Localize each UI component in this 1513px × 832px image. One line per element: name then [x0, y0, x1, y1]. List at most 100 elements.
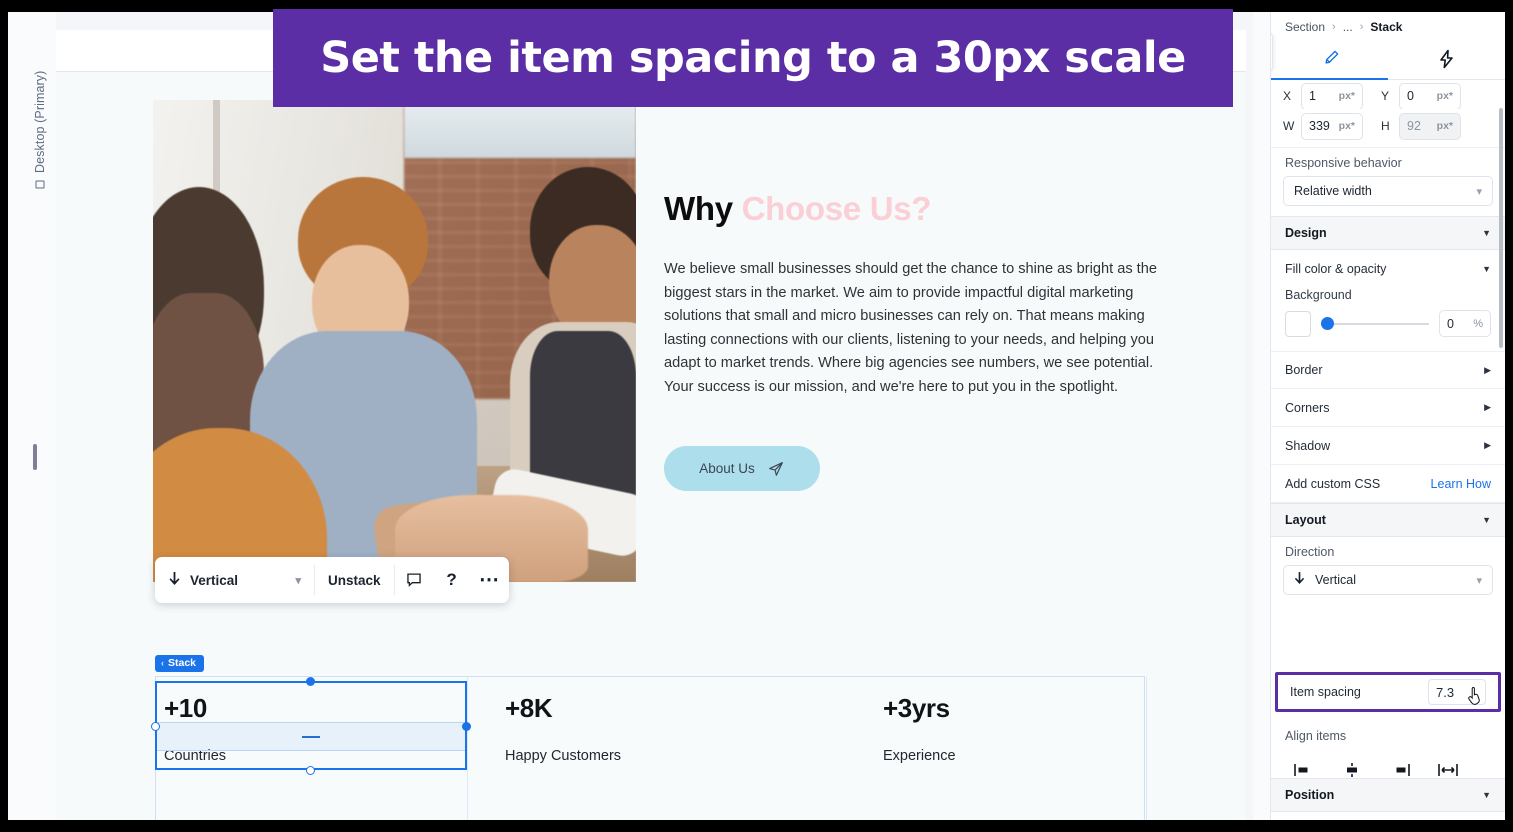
- about-us-button[interactable]: About Us: [664, 446, 820, 491]
- position-section-header[interactable]: Position ▼: [1271, 778, 1505, 812]
- y-unit: px*: [1436, 90, 1453, 102]
- w-input[interactable]: 339 px*: [1301, 112, 1363, 140]
- stat-number: +3yrs: [883, 693, 950, 723]
- background-label: Background: [1285, 288, 1352, 302]
- stack-spacing-indicator: [157, 722, 465, 751]
- page-body: Why Choose Us? We believe small business…: [56, 72, 1246, 820]
- stack-badge-label: Stack: [168, 657, 197, 669]
- photo-top-window: [404, 100, 636, 158]
- unstack-button[interactable]: Unstack: [315, 557, 394, 603]
- resize-handle-top[interactable]: [306, 677, 315, 686]
- arrow-down-icon: [1294, 572, 1305, 588]
- w-unit: px*: [1338, 120, 1355, 132]
- learn-how-link[interactable]: Learn How: [1431, 477, 1491, 491]
- resize-handle-left[interactable]: [151, 722, 160, 731]
- design-section-header[interactable]: Design ▼: [1271, 216, 1505, 250]
- page-title[interactable]: Why Choose Us?: [664, 190, 931, 228]
- shadow-label: Shadow: [1285, 438, 1331, 453]
- stat-label: Happy Customers: [505, 748, 622, 764]
- pointer-hand-icon: [1467, 686, 1484, 709]
- direction-select[interactable]: Vertical ▾: [1283, 565, 1493, 595]
- chevron-down-icon: ▾: [1476, 574, 1482, 587]
- h-input[interactable]: 92 px*: [1399, 112, 1461, 140]
- more-icon[interactable]: ⋯: [471, 557, 509, 603]
- left-panel-drag-handle[interactable]: [33, 444, 37, 470]
- y-value: 0: [1407, 89, 1414, 103]
- background-color-swatch[interactable]: [1285, 310, 1311, 337]
- custom-css-label: Add custom CSS: [1285, 476, 1381, 491]
- resize-handle-bottom[interactable]: [306, 766, 315, 775]
- monitor-icon: [35, 180, 45, 189]
- opacity-unit: %: [1473, 317, 1483, 330]
- canvas: Why Choose Us? We believe small business…: [56, 12, 1253, 820]
- breadcrumb-ellipsis[interactable]: ...: [1343, 20, 1353, 34]
- fill-color-opacity-label: Fill color & opacity: [1285, 262, 1387, 276]
- responsive-behavior-label: Responsive behavior: [1285, 156, 1402, 170]
- tab-interactions[interactable]: [1388, 42, 1505, 79]
- x-input[interactable]: 1 px*: [1301, 83, 1363, 109]
- corners-label: Corners: [1285, 400, 1330, 415]
- shadow-row[interactable]: Shadow ▶: [1271, 427, 1505, 465]
- corners-row[interactable]: Corners ▶: [1271, 389, 1505, 427]
- x-unit: px*: [1338, 90, 1355, 102]
- y-input[interactable]: 0 px*: [1399, 83, 1461, 109]
- column-divider: [1146, 677, 1147, 820]
- h-label: H: [1381, 119, 1390, 133]
- w-label: W: [1283, 119, 1295, 133]
- direction-value: Vertical: [1315, 573, 1356, 587]
- stat-column[interactable]: +8K Happy Customers: [468, 677, 807, 820]
- direction-label: Direction: [1285, 545, 1335, 559]
- opacity-value: 0: [1447, 316, 1454, 331]
- caret-down-icon: ▼: [1482, 515, 1491, 525]
- panel-tabs: [1271, 42, 1505, 80]
- page-body-text[interactable]: We believe small businesses should get t…: [664, 258, 1162, 399]
- brush-icon: [1320, 49, 1340, 72]
- instruction-banner: Set the item spacing to a 30px scale: [273, 9, 1233, 107]
- fill-color-opacity-row[interactable]: Fill color & opacity ▼: [1271, 250, 1505, 288]
- opacity-slider[interactable]: [1321, 316, 1429, 330]
- position-wh-row: W 339 px* H 92 px*: [1271, 109, 1505, 143]
- x-value: 1: [1309, 89, 1316, 103]
- breadcrumb-root[interactable]: Section: [1285, 20, 1325, 34]
- left-rail: Desktop (Primary): [8, 12, 56, 820]
- caret-down-icon: ▼: [1482, 228, 1491, 238]
- page-title-pink: Choose Us?: [741, 190, 932, 227]
- panel-scrollbar[interactable]: [1499, 108, 1503, 348]
- chevron-down-icon: ▾: [1476, 185, 1482, 198]
- chevron-down-icon: ▾: [295, 574, 301, 587]
- screenshot-root: Desktop (Primary) Why Choose Us? We beli…: [0, 0, 1513, 832]
- caret-right-icon: ▶: [1484, 402, 1491, 412]
- instruction-banner-text: Set the item spacing to a 30px scale: [320, 33, 1186, 83]
- stat-label: Experience: [883, 748, 956, 764]
- editor-window: Desktop (Primary) Why Choose Us? We beli…: [8, 12, 1505, 820]
- device-label-text: Desktop (Primary): [33, 70, 47, 173]
- responsive-behavior-select[interactable]: Relative width ▾: [1283, 176, 1493, 206]
- stack-direction-label: Vertical: [190, 572, 239, 588]
- caret-down-icon: ▼: [1482, 264, 1491, 274]
- design-section-title: Design: [1285, 226, 1327, 240]
- comment-icon[interactable]: [395, 557, 433, 603]
- help-icon[interactable]: ?: [433, 557, 471, 603]
- h-value: 92: [1407, 119, 1421, 133]
- border-row[interactable]: Border ▶: [1271, 351, 1505, 389]
- layout-section-header[interactable]: Layout ▼: [1271, 503, 1505, 537]
- stack-toolbar: Vertical ▾ Unstack ? ⋯: [155, 557, 509, 603]
- caret-down-icon: ▼: [1482, 790, 1491, 800]
- tab-design[interactable]: [1271, 42, 1388, 79]
- device-label[interactable]: Desktop (Primary): [33, 49, 47, 189]
- align-items-label: Align items: [1285, 729, 1347, 743]
- stack-direction-dropdown[interactable]: Vertical ▾: [155, 557, 314, 603]
- opacity-slider-knob[interactable]: [1321, 316, 1334, 330]
- about-us-label: About Us: [699, 461, 755, 476]
- stat-column[interactable]: +3yrs Experience: [807, 677, 1146, 820]
- resize-handle-right[interactable]: [462, 722, 471, 731]
- team-photo[interactable]: [153, 100, 636, 582]
- item-spacing-row[interactable]: Item spacing 7.3: [1275, 672, 1501, 712]
- stack-selection-badge[interactable]: ‹ Stack: [155, 655, 205, 672]
- chevron-left-icon: ‹: [161, 658, 164, 668]
- h-unit: px*: [1436, 120, 1453, 132]
- opacity-input[interactable]: 0 %: [1439, 310, 1491, 337]
- caret-right-icon: ▶: [1484, 440, 1491, 450]
- send-icon: [767, 460, 785, 478]
- unstack-label: Unstack: [328, 572, 381, 588]
